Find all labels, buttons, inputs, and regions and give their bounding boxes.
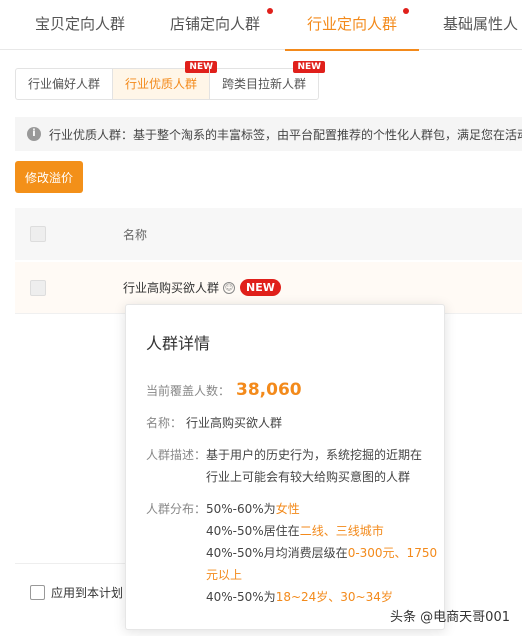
coverage-label: 当前覆盖人数：	[146, 384, 231, 398]
dist-highlight: 女性	[275, 502, 300, 516]
tab-basic-attribute-audience[interactable]: 基础属性人	[443, 0, 518, 50]
popup-title: 人群详情	[146, 334, 211, 353]
dist-line: 40%-50%月均消费层级在0-300元、1750	[206, 542, 437, 564]
dist-line: 50%-60%为女性	[206, 498, 300, 520]
name-value: 行业高购买欲人群	[186, 416, 283, 430]
dist-text: 40%-50%月均消费层级在	[206, 546, 348, 560]
dist-row: 人群分布：	[146, 498, 206, 520]
footer-divider	[15, 563, 125, 564]
coverage-row: 当前覆盖人数： 38,060	[146, 380, 302, 400]
dist-highlight: 元以上	[206, 568, 243, 582]
coverage-value: 38,060	[236, 380, 302, 400]
sub-tab-bar: 行业偏好人群 行业优质人群 NEW 跨类目拉新人群 NEW	[15, 61, 326, 100]
desc-line-1: 基于用户的历史行为，系统挖掘的近期在	[206, 448, 423, 462]
select-all-checkbox[interactable]	[30, 226, 46, 242]
name-label: 名称：	[146, 416, 183, 430]
dist-line: 40%-50%为18~24岁、30~34岁	[206, 586, 393, 608]
store-tab-dot	[267, 8, 273, 14]
desc-label: 人群描述：	[146, 448, 207, 462]
tab-product-audience[interactable]: 宝贝定向人群	[35, 0, 125, 50]
watermark: 头条 @电商天哥001	[390, 610, 510, 625]
industry-tab-dot	[403, 8, 409, 14]
row-name: 行业高购买欲人群 ☺ NEW	[123, 279, 281, 296]
detail-icon[interactable]: ☺	[223, 281, 236, 294]
new-badge: NEW	[293, 61, 326, 73]
edit-premium-button[interactable]: 修改溢价	[15, 161, 83, 193]
dist-highlight: 18~24岁、30~34岁	[275, 590, 393, 604]
info-text: 行业优质人群：基于整个淘系的丰富标签，由平台配置推荐的个性化人群包，满足您在活动	[49, 127, 522, 142]
dist-text: 40%-50%为	[206, 590, 276, 604]
tab-store-audience[interactable]: 店铺定向人群	[170, 0, 260, 50]
dist-text: 40%-50%居住在	[206, 524, 300, 538]
subtab-cross-category[interactable]: 跨类目拉新人群 NEW	[209, 61, 326, 99]
tab-industry-audience[interactable]: 行业定向人群	[284, 0, 420, 51]
subtab-label: 行业优质人群	[125, 77, 198, 91]
name-row: 名称：	[146, 412, 182, 434]
row-name-text: 行业高购买欲人群	[123, 281, 220, 295]
subtab-label: 行业偏好人群	[28, 77, 101, 91]
new-badge: NEW	[240, 279, 281, 296]
top-tab-bar: 宝贝定向人群 店铺定向人群 行业定向人群 基础属性人	[0, 0, 522, 51]
desc-line-2: 行业上可能会有较大给购买意图的人群	[206, 470, 411, 484]
dist-line: 元以上	[206, 564, 242, 586]
column-name-header: 名称	[123, 228, 148, 242]
dist-highlight: 0-300元、1750	[347, 546, 438, 560]
desc-row: 人群描述：	[146, 444, 206, 466]
audience-detail-popup: 人群详情 当前覆盖人数： 38,060 名称： 行业高购买欲人群 人群描述： 基于…	[125, 304, 445, 630]
subtab-industry-quality[interactable]: 行业优质人群 NEW	[112, 61, 218, 99]
table-header: 名称	[15, 208, 522, 260]
info-bar: i 行业优质人群：基于整个淘系的丰富标签，由平台配置推荐的个性化人群包，满足您在…	[15, 117, 522, 151]
dist-label: 人群分布：	[146, 502, 207, 516]
apply-to-plan-checkbox[interactable]	[30, 585, 45, 600]
subtab-label: 跨类目拉新人群	[222, 77, 307, 91]
subtab-industry-preference[interactable]: 行业偏好人群	[16, 69, 112, 99]
dist-text: 50%-60%为	[206, 502, 276, 516]
apply-to-plan-label[interactable]: 应用到本计划	[51, 584, 123, 601]
info-icon: i	[27, 127, 41, 141]
row-checkbox[interactable]	[30, 280, 46, 296]
dist-line: 40%-50%居住在二线、三线城市	[206, 520, 384, 542]
dist-highlight: 二线、三线城市	[299, 524, 384, 538]
